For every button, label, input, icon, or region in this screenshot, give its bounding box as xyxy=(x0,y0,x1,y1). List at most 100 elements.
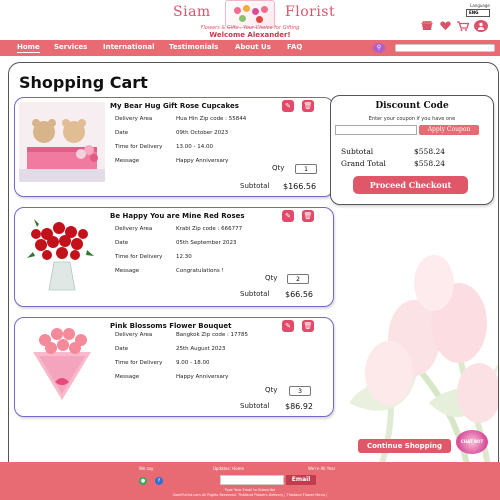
product-title[interactable]: Be Happy You are Mine Red Roses xyxy=(110,212,245,220)
date-label: Date xyxy=(115,346,129,352)
language-selector: Language ENG xyxy=(466,3,494,19)
date-row: Date 05th September 2023 xyxy=(115,240,237,246)
delete-button[interactable]: 🗑 xyxy=(302,210,314,222)
grand-total-row: Grand Total $558.24 xyxy=(341,159,445,168)
subtotal-value: $166.56 xyxy=(283,182,317,191)
header-icons xyxy=(420,20,488,32)
chat-bot-icon[interactable]: CHAT BOT xyxy=(456,430,488,454)
subtotal-value: $66.56 xyxy=(285,290,313,299)
subtotal-value: $86.92 xyxy=(285,402,313,411)
favorite-icon[interactable] xyxy=(438,20,452,32)
time-label: Time for Delivery xyxy=(115,360,163,366)
language-select[interactable]: ENG xyxy=(466,9,490,17)
summary-subtotal-label: Subtotal xyxy=(341,147,374,156)
product-title[interactable]: My Bear Hug Gift Rose Cupcakes xyxy=(110,102,239,110)
cart-item-card: Be Happy You are Mine Red Roses ✎ 🗑 Deli… xyxy=(14,207,334,307)
message-label: Message xyxy=(115,374,140,380)
date-value: 25th August 2023 xyxy=(176,346,226,352)
time-value: 13.00 - 14.00 xyxy=(176,144,213,150)
delivery-area-label: Delivery Area xyxy=(115,332,153,338)
time-value: 9.00 - 18.00 xyxy=(176,360,210,366)
time-value: 12.30 xyxy=(176,254,192,260)
delivery-area-value: Krabi Zip code : 666777 xyxy=(176,226,243,232)
cart-item-card: My Bear Hug Gift Rose Cupcakes ✎ 🗑 Deliv… xyxy=(14,97,334,197)
delivery-area-value: Hua Hin Zip code : 55844 xyxy=(176,116,247,122)
edit-button[interactable]: ✎ xyxy=(282,210,294,222)
continue-shopping-button[interactable]: Continue Shopping xyxy=(358,439,451,453)
line-icon[interactable]: ● xyxy=(139,477,147,485)
delivery-area-label: Delivery Area xyxy=(115,116,153,122)
brand-name-left[interactable]: Siam xyxy=(173,4,211,20)
message-label: Message xyxy=(115,158,140,164)
date-row: Date 09th October 2023 xyxy=(115,130,228,136)
date-label: Date xyxy=(115,130,129,136)
delivery-area-label: Delivery Area xyxy=(115,226,153,232)
search-input[interactable] xyxy=(395,44,495,52)
site-header: Siam Florist Flowers & Gifts , Your Choi… xyxy=(0,0,500,40)
user-icon[interactable] xyxy=(474,20,488,32)
logo[interactable] xyxy=(225,0,275,28)
qty-input[interactable]: 2 xyxy=(287,274,309,284)
delivery-area-row: Delivery Area Bangkok Zip code : 17785 xyxy=(115,332,248,338)
edit-button[interactable]: ✎ xyxy=(282,100,294,112)
grand-total-value: $558.24 xyxy=(414,159,446,168)
cart-icon[interactable] xyxy=(456,20,470,32)
message-value: Congratulations ! xyxy=(176,268,224,274)
message-value: Happy Anniversary xyxy=(176,158,229,164)
message-row: Message Happy Anniversary xyxy=(115,158,228,164)
subscribe-hint: Type Your Email to Subscribe xyxy=(224,488,276,492)
delete-button[interactable]: 🗑 xyxy=(302,100,314,112)
message-row: Message Congratulations ! xyxy=(115,268,224,274)
brand-name-right[interactable]: Florist xyxy=(285,4,335,20)
discount-title: Discount Code xyxy=(375,101,449,111)
nav-international[interactable]: International xyxy=(103,43,155,51)
nav-home[interactable]: Home xyxy=(17,43,40,53)
facebook-icon[interactable]: f xyxy=(155,477,163,485)
site-footer: We say Updates: Home We're All Year ● f … xyxy=(0,462,500,500)
footer-col2-label: Updates: Home xyxy=(213,466,245,471)
search-bar: ⚲ xyxy=(373,43,495,53)
time-row: Time for Delivery 12.30 xyxy=(115,254,192,260)
nav-about-us[interactable]: About Us xyxy=(235,43,271,51)
qty-label: Qty xyxy=(272,164,285,172)
qty-input[interactable]: 1 xyxy=(295,164,317,174)
footer-col1-label: We say xyxy=(139,466,154,471)
grand-total-label: Grand Total xyxy=(341,159,386,168)
apply-coupon-button[interactable]: Apply Coupon xyxy=(419,125,479,135)
delivery-area-row: Delivery Area Krabi Zip code : 666777 xyxy=(115,226,242,232)
product-title[interactable]: Pink Blossoms Flower Bouquet xyxy=(110,322,232,330)
date-value: 05th September 2023 xyxy=(176,240,237,246)
time-label: Time for Delivery xyxy=(115,144,163,150)
product-image[interactable] xyxy=(19,102,105,182)
welcome-message: Welcome Alexander! xyxy=(209,31,291,39)
edit-button[interactable]: ✎ xyxy=(282,320,294,332)
qty-label: Qty xyxy=(265,386,278,394)
subtotal-row: Subtotal $558.24 xyxy=(341,147,445,156)
language-label: Language xyxy=(470,3,490,8)
subtotal-label: Subtotal xyxy=(240,290,270,298)
coupon-input[interactable] xyxy=(335,125,417,135)
nav-testimonials[interactable]: Testimonials xyxy=(169,43,218,51)
subtotal-label: Subtotal xyxy=(240,402,270,410)
summary-subtotal-value: $558.24 xyxy=(414,147,446,156)
discount-panel: Discount Code Enter your coupon if you h… xyxy=(330,95,494,205)
subscribe-email-button[interactable]: Email xyxy=(286,475,316,485)
message-row: Message Happy Anniversary xyxy=(115,374,228,380)
date-row: Date 25th August 2023 xyxy=(115,346,225,352)
nav-services[interactable]: Services xyxy=(54,43,87,51)
subscribe-email-input[interactable] xyxy=(220,475,284,485)
search-icon[interactable]: ⚲ xyxy=(373,43,385,53)
cart-panel: Shopping Cart My Bear Hug Gift Rose Cupc… xyxy=(8,62,499,462)
message-label: Message xyxy=(115,268,140,274)
delivery-area-row: Delivery Area Hua Hin Zip code : 55844 xyxy=(115,116,246,122)
qty-input[interactable]: 3 xyxy=(289,386,311,396)
product-image[interactable] xyxy=(19,212,105,292)
shop-icon[interactable] xyxy=(420,20,434,32)
proceed-checkout-button[interactable]: Proceed Checkout xyxy=(353,176,468,194)
qty-label: Qty xyxy=(265,274,278,282)
delete-button[interactable]: 🗑 xyxy=(302,320,314,332)
discount-subtitle: Enter your coupon if you have one xyxy=(368,116,456,122)
nav-faq[interactable]: FAQ xyxy=(287,43,302,51)
product-image[interactable] xyxy=(19,322,105,402)
time-row: Time for Delivery 9.00 - 18.00 xyxy=(115,360,209,366)
